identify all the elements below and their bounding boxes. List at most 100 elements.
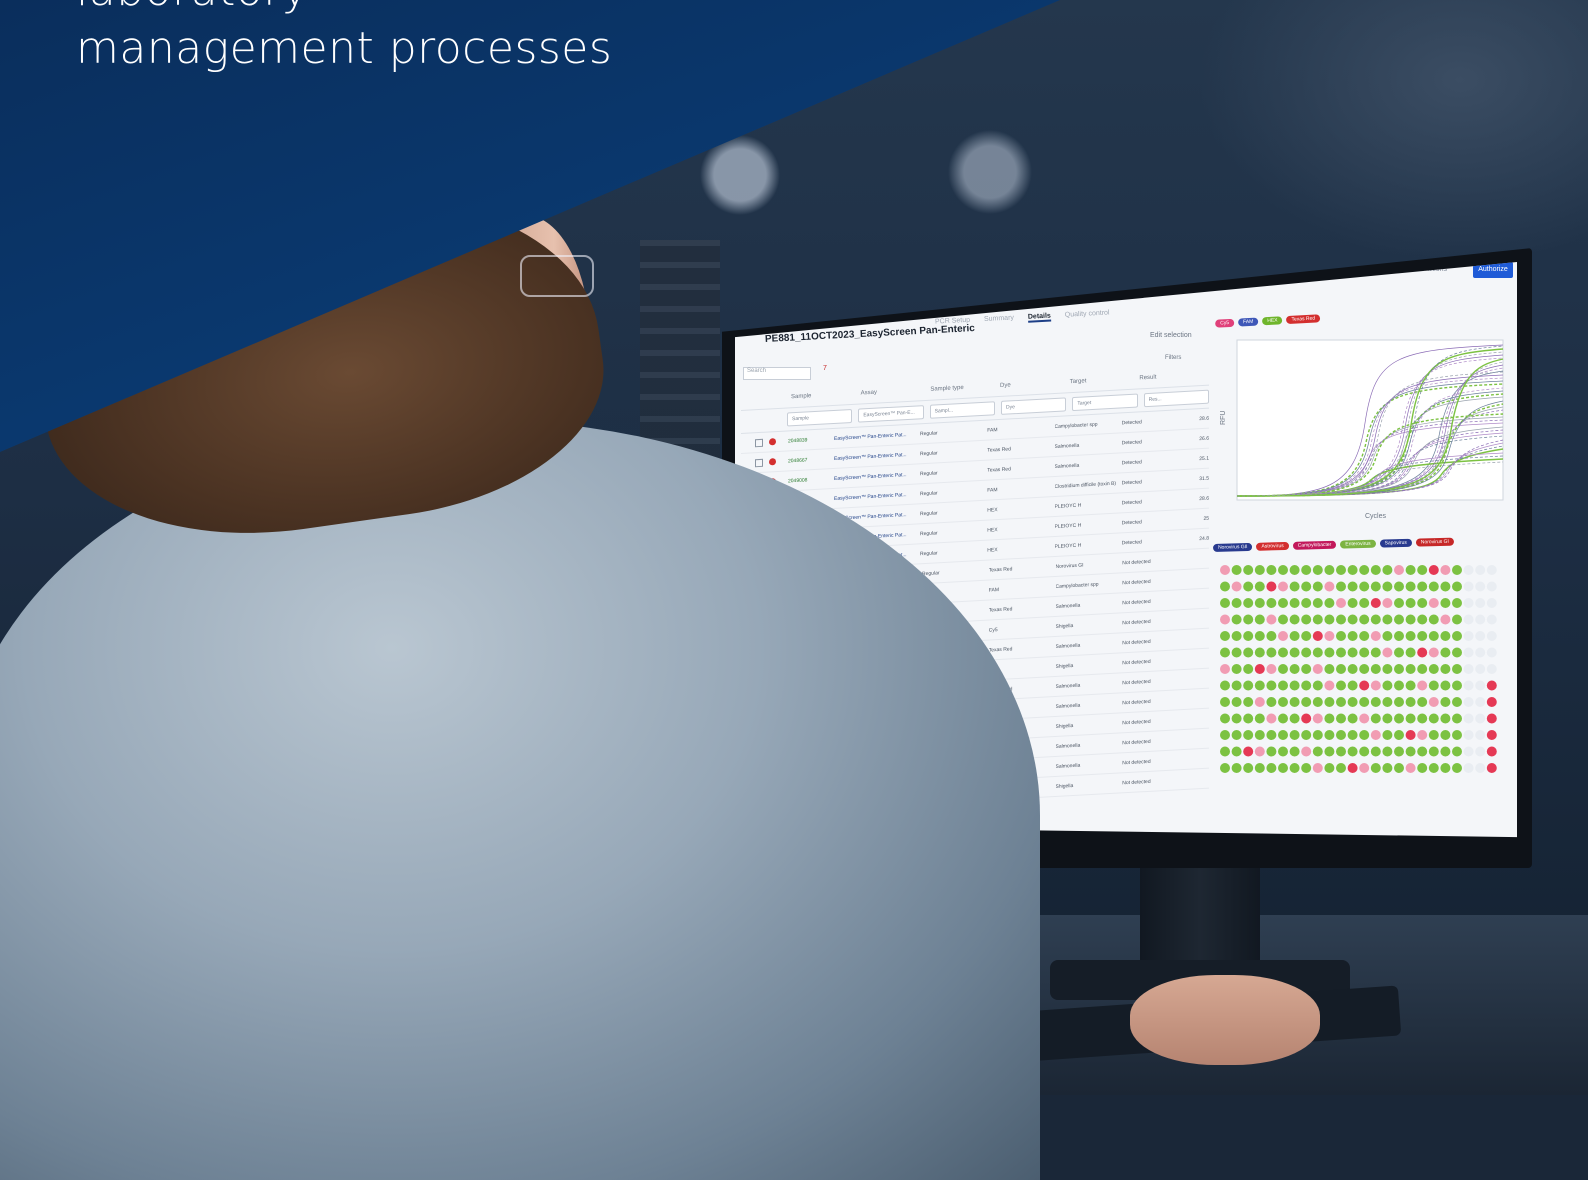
plate-well[interactable]: [1440, 647, 1451, 658]
plate-well[interactable]: [1475, 746, 1486, 757]
plate-well[interactable]: [1254, 697, 1265, 707]
plate-well[interactable]: [1370, 697, 1381, 707]
plate-well[interactable]: [1231, 763, 1242, 773]
plate-well[interactable]: [1394, 614, 1404, 625]
plate-well[interactable]: [1486, 763, 1497, 773]
plate-well[interactable]: [1278, 631, 1288, 641]
plate-well[interactable]: [1405, 713, 1416, 724]
plate-well[interactable]: [1347, 598, 1358, 608]
plate-well[interactable]: [1405, 730, 1416, 740]
plate-well[interactable]: [1405, 581, 1416, 592]
plate-well[interactable]: [1312, 581, 1323, 592]
plate-well[interactable]: [1417, 713, 1428, 724]
plate-well[interactable]: [1278, 664, 1288, 674]
plate-well[interactable]: [1428, 631, 1439, 641]
plate-well[interactable]: [1289, 730, 1300, 740]
plate-well[interactable]: [1266, 565, 1277, 575]
plate-well[interactable]: [1312, 664, 1323, 674]
plate-well[interactable]: [1231, 713, 1242, 724]
plate-well[interactable]: [1370, 664, 1381, 674]
plate-well[interactable]: [1394, 746, 1404, 757]
plate-well[interactable]: [1382, 631, 1393, 641]
plate-well[interactable]: [1336, 647, 1346, 658]
plate-well[interactable]: [1324, 746, 1335, 757]
plate-well[interactable]: [1312, 763, 1323, 773]
plate-well[interactable]: [1289, 598, 1300, 608]
filter-target[interactable]: Target: [1072, 393, 1138, 412]
tab-details[interactable]: Details: [1027, 312, 1052, 323]
plate-well[interactable]: [1452, 730, 1462, 740]
legend-chip[interactable]: Sapovirus: [1379, 538, 1412, 548]
tab-summary[interactable]: Summary: [984, 314, 1014, 325]
plate-well[interactable]: [1452, 746, 1462, 757]
plate-well[interactable]: [1405, 697, 1416, 707]
plate-well[interactable]: [1486, 697, 1497, 707]
plate-well[interactable]: [1220, 614, 1230, 625]
plate-well[interactable]: [1254, 763, 1265, 773]
filter-sample-type[interactable]: Sampl...: [929, 401, 995, 419]
plate-well[interactable]: [1231, 664, 1242, 674]
plate-well[interactable]: [1452, 763, 1462, 773]
plate-well[interactable]: [1475, 598, 1486, 608]
plate-well[interactable]: [1336, 763, 1346, 773]
plate-well[interactable]: [1452, 614, 1462, 625]
plate-well[interactable]: [1417, 730, 1428, 740]
plate-well[interactable]: [1347, 664, 1358, 674]
plate-well[interactable]: [1370, 680, 1381, 691]
plate-well[interactable]: [1336, 746, 1346, 757]
plate-well[interactable]: [1278, 746, 1288, 757]
plate-well[interactable]: [1486, 631, 1497, 641]
plate-well[interactable]: [1324, 647, 1335, 658]
plate-well[interactable]: [1359, 631, 1370, 641]
plate-well[interactable]: [1254, 631, 1265, 641]
plate-well[interactable]: [1347, 763, 1358, 773]
sample-id[interactable]: 2049008: [788, 475, 834, 484]
plate-well[interactable]: [1440, 746, 1451, 757]
plate-well[interactable]: [1382, 697, 1393, 707]
plate-well[interactable]: [1243, 680, 1254, 691]
col-dye[interactable]: Dye: [1000, 379, 1070, 389]
plate-well[interactable]: [1359, 697, 1370, 707]
plate-well[interactable]: [1301, 565, 1312, 575]
filters-button[interactable]: Filters: [1165, 355, 1181, 361]
plate-well[interactable]: [1278, 763, 1288, 773]
plate-well[interactable]: [1254, 647, 1265, 658]
plate-well[interactable]: [1231, 697, 1242, 707]
plate-well[interactable]: [1266, 746, 1277, 757]
plate-well[interactable]: [1370, 565, 1381, 575]
plate-well[interactable]: [1405, 598, 1416, 608]
plate-well[interactable]: [1289, 746, 1300, 757]
plate-well[interactable]: [1486, 614, 1497, 625]
plate-well[interactable]: [1312, 647, 1323, 658]
legend-chip[interactable]: Cy5: [1214, 318, 1235, 328]
plate-well[interactable]: [1312, 631, 1323, 641]
plate-well[interactable]: [1417, 581, 1428, 592]
plate-well[interactable]: [1486, 581, 1497, 592]
legend-chip[interactable]: Norovirus GII: [1212, 542, 1253, 552]
plate-well[interactable]: [1417, 746, 1428, 757]
plate-well[interactable]: [1266, 680, 1277, 691]
tab-pcr-setup[interactable]: PCR Setup: [935, 317, 970, 328]
plate-well[interactable]: [1220, 697, 1230, 707]
plate-well[interactable]: [1243, 746, 1254, 757]
plate-well[interactable]: [1417, 664, 1428, 674]
plate-well[interactable]: [1347, 680, 1358, 691]
plate-well[interactable]: [1382, 664, 1393, 674]
plate-well[interactable]: [1463, 713, 1474, 724]
legend-chip[interactable]: Norovirus GI: [1415, 537, 1454, 547]
plate-well[interactable]: [1382, 680, 1393, 691]
plate-well[interactable]: [1220, 730, 1230, 740]
plate-well[interactable]: [1370, 631, 1381, 641]
plate-well[interactable]: [1370, 713, 1381, 724]
plate-well[interactable]: [1463, 664, 1474, 674]
plate-well[interactable]: [1301, 713, 1312, 724]
plate-well[interactable]: [1324, 697, 1335, 707]
plate-well[interactable]: [1336, 664, 1346, 674]
plate-well[interactable]: [1336, 631, 1346, 641]
plate-well[interactable]: [1347, 730, 1358, 740]
plate-well[interactable]: [1475, 565, 1486, 575]
plate-well[interactable]: [1254, 713, 1265, 724]
plate-well[interactable]: [1347, 631, 1358, 641]
plate-well[interactable]: [1452, 697, 1462, 707]
plate-well[interactable]: [1440, 614, 1451, 625]
